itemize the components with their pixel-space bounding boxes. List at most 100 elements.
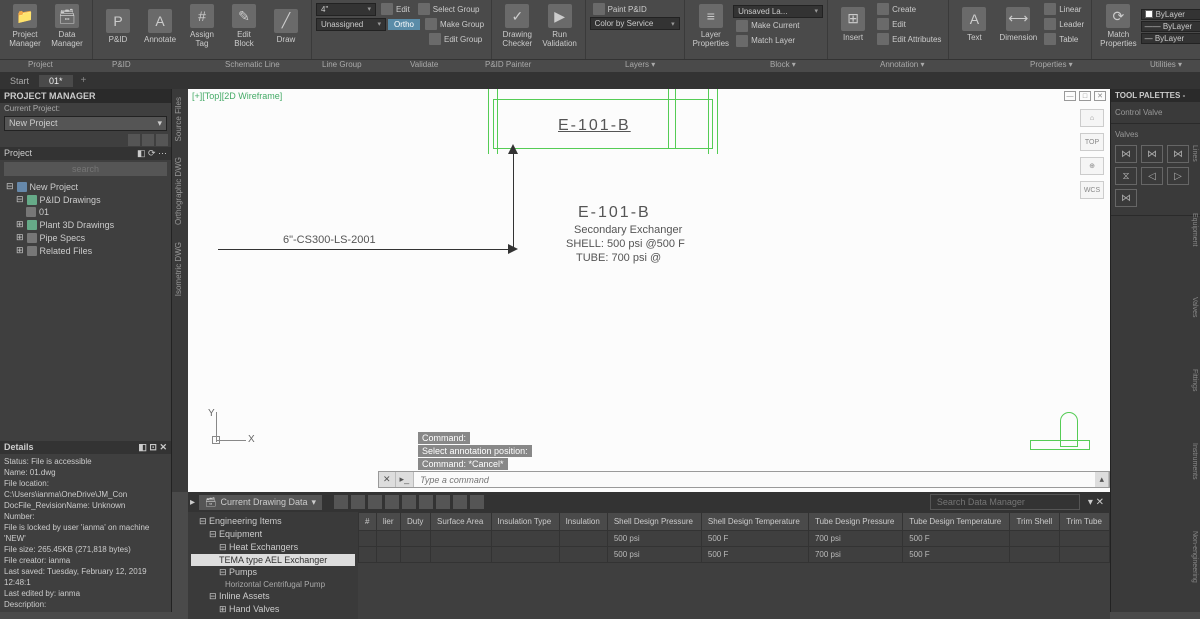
col-shell-p[interactable]: Shell Design Pressure xyxy=(607,513,701,531)
linetype-bylayer[interactable]: —— ByLayer▾ xyxy=(1141,21,1200,32)
cmd-expand-icon[interactable]: ▴ xyxy=(1095,472,1109,487)
tab-add[interactable]: + xyxy=(73,74,95,87)
viewcube-icon[interactable]: ⌂ xyxy=(1080,109,1104,127)
tree-pipespecs[interactable]: ⊞Pipe Specs xyxy=(4,231,167,244)
dm-tree-eng[interactable]: ⊟ Engineering Items xyxy=(191,515,355,528)
annotate-button[interactable]: AAnnotate xyxy=(139,7,181,46)
pm-project-dropdown[interactable]: New Project▾ xyxy=(4,116,167,131)
dm-tool-1[interactable] xyxy=(334,495,348,509)
pm-tool-2[interactable] xyxy=(142,134,154,146)
color-by-dropdown[interactable]: Color by Service xyxy=(590,17,680,30)
col-lier[interactable]: lier xyxy=(376,513,400,531)
dm-collapse-icon[interactable]: ▾ ✕ xyxy=(1084,497,1108,508)
dm-tool-7[interactable] xyxy=(436,495,450,509)
col-tube-t[interactable]: Tube Design Temperature xyxy=(903,513,1010,531)
tp-tab-fittings[interactable]: Fittings xyxy=(1186,369,1198,392)
cmd-menu-icon[interactable]: ▸_ xyxy=(396,472,415,487)
viewcube-top[interactable]: TOP xyxy=(1080,133,1104,151)
insert-button[interactable]: ⊞Insert xyxy=(832,5,874,44)
table[interactable]: Table xyxy=(1041,32,1087,46)
vp-min[interactable]: — xyxy=(1064,91,1076,101)
dimension-button[interactable]: ⟷Dimension xyxy=(995,5,1041,44)
tree-file-01[interactable]: 01 xyxy=(4,206,167,218)
edit-block[interactable]: Edit xyxy=(874,17,944,31)
dm-tree-hex[interactable]: ⊟ Heat Exchangers xyxy=(191,541,355,554)
valve-icon-5[interactable]: ◁ xyxy=(1141,167,1163,185)
tab-file[interactable]: 01* xyxy=(39,75,73,87)
valve-icon-1[interactable]: ⋈ xyxy=(1115,145,1137,163)
data-manager-button[interactable]: 🗃Data Manager xyxy=(46,2,88,50)
assign-tag-button[interactable]: #Assign Tag xyxy=(181,2,223,50)
layer-dropdown[interactable]: Unsaved La... xyxy=(733,5,823,18)
pm-tool-1[interactable] xyxy=(128,134,140,146)
side-tab-ortho[interactable]: Orthographic DWG xyxy=(172,149,188,233)
details-controls[interactable]: ◧ ⊡ ✕ xyxy=(138,442,167,453)
edit-block-button[interactable]: ✎Edit Block xyxy=(223,2,265,50)
text-button[interactable]: AText xyxy=(953,5,995,44)
vp-max[interactable]: □ xyxy=(1079,91,1091,101)
tree-pid-drawings[interactable]: ⊟P&ID Drawings xyxy=(4,193,167,206)
tree-related[interactable]: ⊞Related Files xyxy=(4,244,167,257)
side-tab-source[interactable]: Source Files xyxy=(172,89,188,149)
col-num[interactable]: # xyxy=(359,513,377,531)
tp-tab-instruments[interactable]: Instruments xyxy=(1186,443,1198,480)
pm-tool-3[interactable] xyxy=(156,134,168,146)
dm-tool-8[interactable] xyxy=(453,495,467,509)
valve-icon-4[interactable]: ⧖ xyxy=(1115,167,1137,185)
pm-search-input[interactable] xyxy=(4,162,167,176)
match-layer[interactable]: Match Layer xyxy=(733,34,823,48)
dm-source-dropdown[interactable]: 🗃Current Drawing Data▾ xyxy=(199,495,322,510)
table-row[interactable]: 500 psi500 F700 psi500 F xyxy=(359,531,1110,547)
col-instype[interactable]: Insulation Type xyxy=(491,513,559,531)
dm-tree-pumps[interactable]: ⊟ Pumps xyxy=(191,566,355,579)
dm-tool-5[interactable] xyxy=(402,495,416,509)
valve-icon-7[interactable]: ⋈ xyxy=(1115,189,1137,207)
project-manager-button[interactable]: 📁Project Manager xyxy=(4,2,46,50)
col-trim-shell[interactable]: Trim Shell xyxy=(1010,513,1060,531)
dm-tool-2[interactable] xyxy=(351,495,365,509)
dm-tree-equipment[interactable]: ⊟ Equipment xyxy=(191,528,355,541)
color-bylayer[interactable]: ByLayer▾ xyxy=(1141,9,1200,20)
dm-search-input[interactable] xyxy=(930,494,1080,510)
col-tube-p[interactable]: Tube Design Pressure xyxy=(808,513,902,531)
make-group[interactable]: Make Group xyxy=(422,17,487,31)
lineweight-bylayer[interactable]: — ByLayer▾ xyxy=(1141,33,1200,44)
layer-properties-button[interactable]: ≡Layer Properties xyxy=(689,2,733,50)
dm-tool-3[interactable] xyxy=(368,495,382,509)
tp-tab-lines[interactable]: Lines xyxy=(1186,145,1198,162)
select-group[interactable]: Select Group xyxy=(415,2,483,16)
drawing-checker-button[interactable]: ✓Drawing Checker xyxy=(496,2,539,50)
edit-attributes[interactable]: Edit Attributes xyxy=(874,32,944,46)
draw-button[interactable]: ╱Draw xyxy=(265,7,307,46)
tab-start[interactable]: Start xyxy=(0,75,39,87)
linear-dim[interactable]: Linear xyxy=(1041,2,1087,16)
make-current-layer[interactable]: Make Current xyxy=(733,19,823,33)
tree-root[interactable]: ⊟New Project xyxy=(4,180,167,193)
edit-group[interactable]: Edit Group xyxy=(426,32,485,46)
paint-pid[interactable]: Paint P&ID xyxy=(590,2,680,16)
side-tab-iso[interactable]: Isometric DWG xyxy=(172,234,188,304)
command-input[interactable] xyxy=(414,472,1095,487)
pipe-line-h[interactable] xyxy=(218,249,508,250)
tp-tab-valves[interactable]: Valves xyxy=(1186,297,1198,318)
dm-tree-inline[interactable]: ⊟ Inline Assets xyxy=(191,590,355,603)
dm-tool-4[interactable] xyxy=(385,495,399,509)
spec-dropdown[interactable]: Unassigned xyxy=(316,18,386,31)
dm-tree-tema[interactable]: TEMA type AEL Exchanger xyxy=(191,554,355,566)
viewport-label[interactable]: [+][Top][2D Wireframe] xyxy=(192,91,282,101)
create-block[interactable]: Create xyxy=(874,2,944,16)
nav-icon[interactable]: ⊕ xyxy=(1080,157,1104,175)
table-row[interactable]: 500 psi500 F700 psi500 F xyxy=(359,547,1110,563)
pipe-line-v[interactable] xyxy=(513,149,514,249)
valve-icon-2[interactable]: ⋈ xyxy=(1141,145,1163,163)
cmd-close-icon[interactable]: ✕ xyxy=(379,472,396,487)
dm-expand-icon[interactable]: ▸ xyxy=(190,497,195,508)
size-dropdown[interactable]: 4" xyxy=(316,3,376,16)
col-trim-tube[interactable]: Trim Tube xyxy=(1060,513,1110,531)
tp-tab-noneng[interactable]: Non-engineering xyxy=(1186,531,1198,583)
col-duty[interactable]: Duty xyxy=(400,513,430,531)
dm-tool-9[interactable] xyxy=(470,495,484,509)
pid-button[interactable]: PP&ID xyxy=(97,7,139,46)
run-validation-button[interactable]: ▶Run Validation xyxy=(539,2,581,50)
dm-tree-hcp[interactable]: Horizontal Centrifugal Pump xyxy=(191,579,355,590)
